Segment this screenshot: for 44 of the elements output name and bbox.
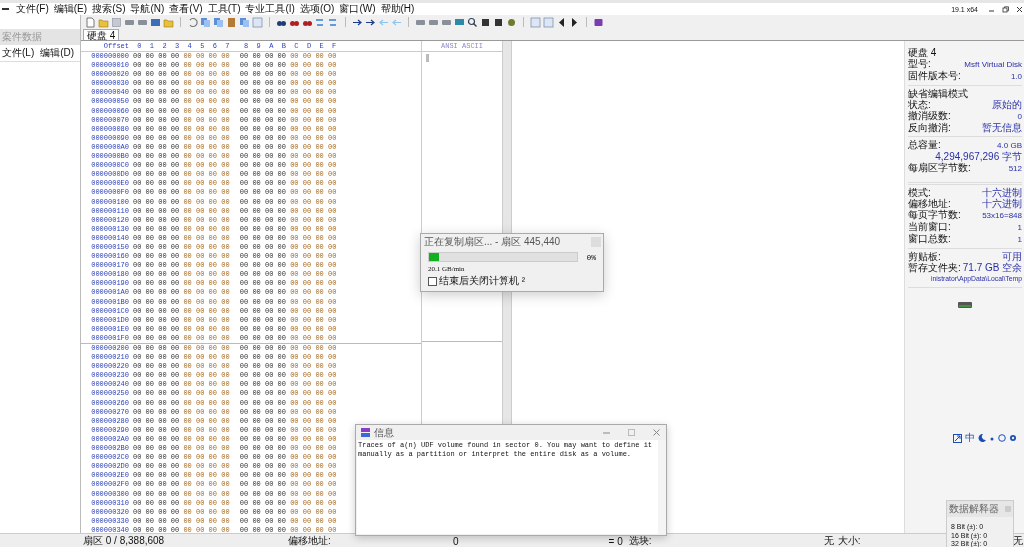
- window-title: 信息: [374, 425, 394, 440]
- info-label: 状态:: [908, 99, 931, 110]
- info-label: 反向撤消:: [908, 122, 951, 133]
- info-label: 当前窗口:: [908, 221, 951, 232]
- info-label: 窗口总数:: [908, 233, 951, 244]
- info-value: 可用: [1002, 251, 1022, 262]
- info-label: 每页字节数:: [908, 209, 961, 220]
- block-label: 选块:: [628, 534, 653, 547]
- info-label: 缺省编辑模式: [908, 88, 968, 99]
- offset-value: 0: [453, 535, 459, 547]
- dialog-title: 正在复制扇区... - 扇区 445,440: [424, 235, 561, 249]
- sector-status: 扇区 0 / 8,388,608: [83, 534, 166, 547]
- info-label: 模式:: [908, 187, 931, 198]
- info-value: 十六进制: [982, 198, 1022, 209]
- size-value: 无: [1013, 534, 1023, 547]
- info-label: 总容量:: [908, 139, 941, 150]
- info-value: 53x16=848: [982, 210, 1022, 221]
- panel-title: 案件数据: [0, 29, 80, 45]
- info-value: 4,294,967,296 字节: [935, 151, 1022, 162]
- block-value: 无: [823, 534, 834, 547]
- info-value: 0: [1017, 111, 1022, 122]
- info-value: Msft Virtual Disk: [964, 59, 1022, 70]
- offset-label: 偏移地址:: [288, 534, 332, 547]
- info-label: 每扇区字节数:: [908, 162, 971, 173]
- info-value: 1: [1017, 234, 1022, 245]
- info-value: 1: [1017, 222, 1022, 233]
- info-label: 偏移地址:: [908, 198, 951, 209]
- percent-label: 0%: [586, 252, 596, 262]
- info-value: 71.7 GB 空余: [962, 262, 1023, 273]
- info-value: 512: [1008, 163, 1022, 174]
- info-label: 剪贴板:: [908, 251, 941, 262]
- value-status: = 0: [608, 535, 623, 547]
- info-label: 硬盘 4: [908, 47, 937, 58]
- panel-title: 数据解释器: [949, 502, 999, 516]
- info-label: 撤消级数:: [908, 110, 951, 121]
- info-value: 十六进制: [982, 187, 1022, 198]
- info-label: 暂存文件夹:: [908, 262, 961, 273]
- size-label: 大小:: [837, 534, 861, 547]
- info-value: 暂无信息: [982, 122, 1022, 133]
- info-label: 固件版本号:: [908, 70, 961, 81]
- info-label: 型号:: [908, 58, 931, 69]
- info-value: 1.0: [1010, 71, 1022, 82]
- info-value: 4.0 GB: [997, 140, 1022, 151]
- info-value: 原始的: [992, 99, 1022, 110]
